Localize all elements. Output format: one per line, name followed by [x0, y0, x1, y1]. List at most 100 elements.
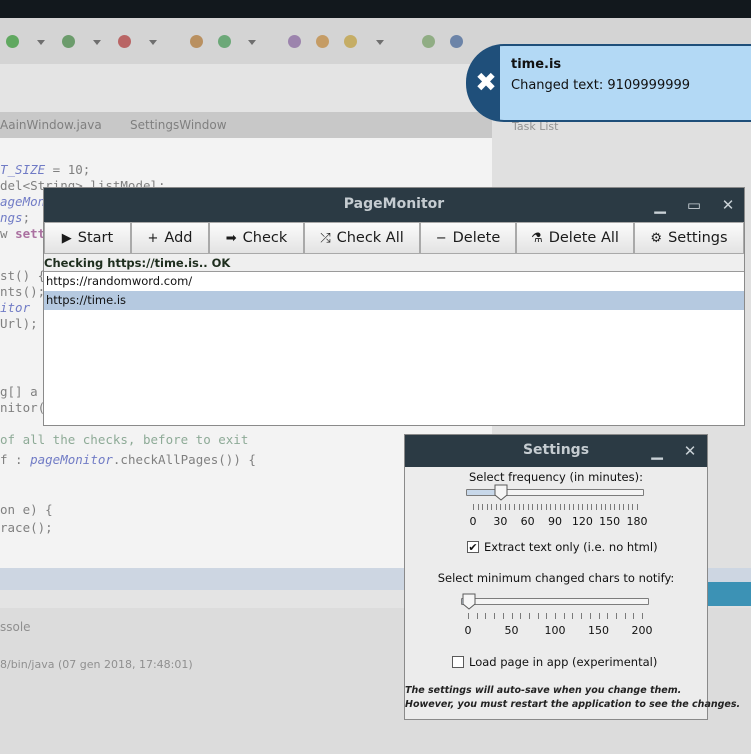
broom-icon: ⚗: [531, 230, 543, 246]
frequency-minor-tick: [586, 504, 588, 510]
notification-body: Changed text: 9109999999: [511, 78, 691, 93]
folder-icon: [288, 35, 301, 48]
shuffle-icon: ⤮: [320, 230, 331, 246]
start-button[interactable]: ▶ Start: [44, 222, 131, 254]
frequency-tick-label: 90: [548, 515, 562, 528]
maximize-icon[interactable]: ▭: [684, 195, 704, 215]
ide-top-bar: [0, 0, 751, 18]
min-chars-minor-tick: [581, 613, 583, 619]
list-item-selected[interactable]: https://time.is: [44, 291, 744, 310]
min-chars-minor-tick: [476, 613, 478, 619]
frequency-minor-tick: [541, 504, 543, 510]
frequency-minor-tick: [545, 504, 547, 510]
delete-all-button[interactable]: ⚗ Delete All: [516, 222, 634, 254]
java-icon: [450, 35, 463, 48]
frequency-minor-tick: [550, 504, 552, 510]
min-chars-tick-label: 50: [504, 624, 519, 637]
load-in-app-checkbox[interactable]: [452, 656, 464, 668]
frequency-minor-tick: [568, 504, 570, 510]
min-chars-minor-tick: [537, 613, 539, 619]
frequency-label: Select frequency (in minutes):: [468, 470, 643, 484]
min-chars-minor-tick: [546, 613, 548, 619]
debug-icon: [62, 35, 75, 48]
frequency-minor-tick: [600, 504, 602, 510]
load-in-app-label: Load page in app (experimental): [469, 655, 658, 669]
min-chars-minor-tick: [563, 613, 565, 619]
button-label: Delete All: [548, 230, 619, 246]
frequency-minor-tick: [623, 504, 625, 510]
frequency-minor-tick: [605, 504, 607, 510]
button-label: Settings: [668, 230, 728, 246]
check-all-button[interactable]: ⤮ Check All: [304, 222, 420, 254]
page-monitor-window: PageMonitor ▁ ▭ ✕ ▶ Start + Add ➡ Check …: [43, 187, 745, 426]
chevron-down-icon: [37, 40, 45, 45]
chevron-down-icon: [93, 40, 101, 45]
console-line: 8/bin/java (07 gen 2018, 17:48:01): [0, 658, 193, 671]
arrow-right-icon: ➡: [225, 230, 237, 246]
editor-tab-bar: AainWindow.java SettingsWindow: [0, 112, 492, 138]
frequency-tick-label: 0: [469, 515, 477, 528]
package-icon: [190, 35, 203, 48]
settings-button[interactable]: ⚙ Settings: [634, 222, 744, 254]
frequency-minor-tick: [532, 504, 534, 510]
frequency-minor-tick: [536, 504, 538, 510]
min-chars-minor-tick: [624, 613, 626, 619]
window-title-bar[interactable]: PageMonitor ▁ ▭ ✕: [44, 188, 744, 222]
min-chars-minor-tick: [589, 613, 591, 619]
min-chars-minor-tick: [555, 613, 556, 619]
frequency-tick-label: 120: [571, 515, 593, 528]
frequency-minor-tick: [509, 504, 511, 510]
close-icon[interactable]: ✕: [680, 441, 700, 461]
frequency-minor-tick: [573, 504, 575, 510]
frequency-minor-tick: [500, 504, 502, 510]
frequency-minor-tick: [518, 504, 520, 510]
class-icon: [218, 35, 231, 48]
close-icon[interactable]: ✕: [718, 195, 738, 215]
add-button[interactable]: + Add: [131, 222, 209, 254]
frequency-minor-tick: [482, 504, 484, 510]
gear-icon: ⚙: [650, 230, 663, 246]
min-chars-minor-tick: [502, 613, 504, 619]
extract-text-label: Extract text only (i.e. no html): [484, 540, 658, 554]
console-tab: ssole: [0, 620, 31, 634]
check-button[interactable]: ➡ Check: [209, 222, 304, 254]
frequency-minor-tick: [582, 504, 584, 510]
settings-window: Settings ▁ ✕ Select frequency (in minute…: [404, 434, 740, 720]
frequency-minor-tick: [514, 504, 515, 510]
frequency-minor-tick: [527, 504, 529, 510]
min-chars-minor-tick: [598, 613, 600, 619]
frequency-tick-label: 180: [626, 515, 648, 528]
min-chars-minor-tick: [511, 613, 513, 619]
run-icon: [6, 35, 19, 48]
delete-button[interactable]: − Delete: [420, 222, 516, 254]
minimize-icon[interactable]: ▁: [650, 195, 670, 215]
min-chars-slider[interactable]: [461, 593, 649, 610]
settings-title-bar[interactable]: Settings ▁ ✕: [405, 435, 707, 467]
minimize-icon[interactable]: ▁: [647, 441, 667, 461]
frequency-minor-tick: [523, 504, 525, 510]
frequency-minor-tick: [632, 504, 634, 510]
button-label: Delete: [452, 230, 501, 246]
change-notification[interactable]: ✖ time.is Changed text: 9109999999: [466, 44, 751, 122]
stop-icon: [118, 35, 131, 48]
frequency-minor-tick: [596, 504, 597, 510]
frequency-slider-thumb[interactable]: [494, 484, 508, 501]
list-item[interactable]: https://randomword.com/: [44, 272, 744, 291]
settings-note-line1: The settings will auto-save when you cha…: [405, 685, 682, 696]
close-icon[interactable]: ✖: [472, 69, 500, 97]
button-label: Check: [242, 230, 288, 246]
extract-text-checkbox[interactable]: ✔: [467, 541, 479, 553]
ide-blue-strip: [706, 582, 751, 606]
pen-icon: [344, 35, 357, 48]
frequency-slider[interactable]: [466, 484, 644, 501]
min-chars-slider-thumb[interactable]: [462, 593, 476, 610]
url-list[interactable]: https://randomword.com/ https://time.is: [44, 271, 744, 425]
frequency-tick-label: 60: [520, 515, 535, 528]
min-chars-tick-label: 150: [588, 624, 609, 637]
min-chars-minor-tick: [520, 613, 522, 619]
min-chars-minor-tick: [572, 613, 574, 619]
frequency-minor-tick: [495, 504, 497, 510]
frequency-tick-label: 30: [493, 515, 508, 528]
notification-title: time.is: [511, 57, 562, 72]
min-chars-tick-label: 100: [544, 624, 566, 637]
